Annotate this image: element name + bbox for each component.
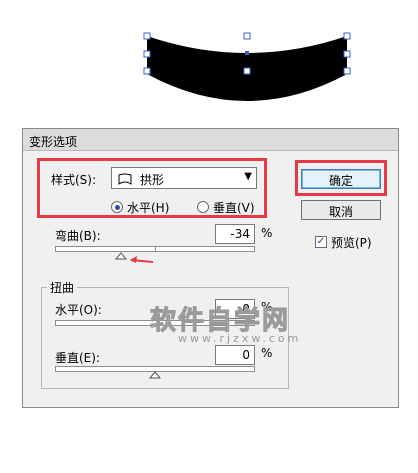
radio-vertical[interactable]: [197, 201, 209, 213]
style-label: 样式(S):: [51, 173, 97, 187]
handle-mid-left[interactable]: [143, 50, 151, 58]
bend-slider-center-tick: [155, 246, 156, 252]
center-point: [245, 51, 249, 55]
handle-bottom-right[interactable]: [343, 67, 351, 75]
style-select-value: 拱形: [140, 173, 165, 187]
radio-vertical-label: 垂直(V): [213, 201, 255, 215]
artboard: [0, 0, 418, 115]
preview-label: 预览(P): [331, 236, 372, 250]
preview-checkbox[interactable]: ✓: [315, 236, 327, 248]
handle-top-right[interactable]: [343, 32, 351, 40]
ok-button[interactable]: 确定: [301, 169, 381, 189]
bend-unit: %: [261, 226, 273, 240]
radio-horizontal-label: 水平(H): [127, 201, 170, 215]
bend-input[interactable]: -34: [215, 224, 255, 244]
radio-horizontal[interactable]: [111, 201, 123, 213]
dialog-title: 变形选项: [29, 135, 78, 149]
arc-style-icon: [118, 173, 132, 185]
dialog-title-bar[interactable]: 变形选项: [23, 129, 398, 151]
distort-horizontal-label: 水平(O):: [55, 303, 102, 317]
bend-label: 弯曲(B):: [55, 229, 101, 243]
handle-bottom-center[interactable]: [243, 67, 251, 75]
cancel-button[interactable]: 取消: [301, 200, 381, 220]
arc-warp-preview: [143, 32, 351, 101]
distort-vertical-slider-thumb[interactable]: [149, 371, 161, 379]
red-arrow-icon: [130, 256, 154, 263]
distort-vertical-label: 垂直(E):: [55, 351, 100, 365]
watermark-url: www.rjzxw.com: [178, 332, 302, 345]
style-select[interactable]: 拱形 ▼: [111, 167, 257, 189]
distortion-group-title: 扭曲: [47, 279, 78, 296]
warp-options-dialog: 变形选项 样式(S): 拱形 ▼ 水平(H) 垂直(V) 确定 取消 ✓ 预览(…: [22, 128, 399, 408]
handle-bottom-left[interactable]: [143, 67, 151, 75]
handle-top-left[interactable]: [143, 32, 151, 40]
handle-top-center[interactable]: [243, 32, 251, 40]
bend-slider-thumb[interactable]: [115, 252, 127, 260]
handle-mid-right[interactable]: [343, 50, 351, 58]
chevron-down-icon: ▼: [244, 171, 252, 182]
